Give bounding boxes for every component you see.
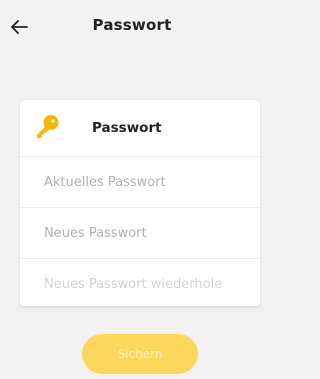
header-bar: Passwort	[0, 0, 264, 52]
card-title: Passwort	[92, 120, 162, 136]
current-password-field[interactable]	[44, 171, 254, 193]
new-password-row	[20, 208, 260, 259]
password-card: Passwort	[20, 100, 260, 306]
card-header: Passwort	[20, 100, 260, 157]
page-title: Passwort	[92, 16, 172, 34]
new-password-field[interactable]	[44, 222, 254, 244]
key-icon	[37, 115, 59, 138]
repeat-password-field[interactable]	[44, 273, 254, 295]
save-button[interactable]: Sichern	[82, 334, 198, 374]
repeat-password-row	[20, 259, 260, 306]
current-password-row	[20, 157, 260, 208]
